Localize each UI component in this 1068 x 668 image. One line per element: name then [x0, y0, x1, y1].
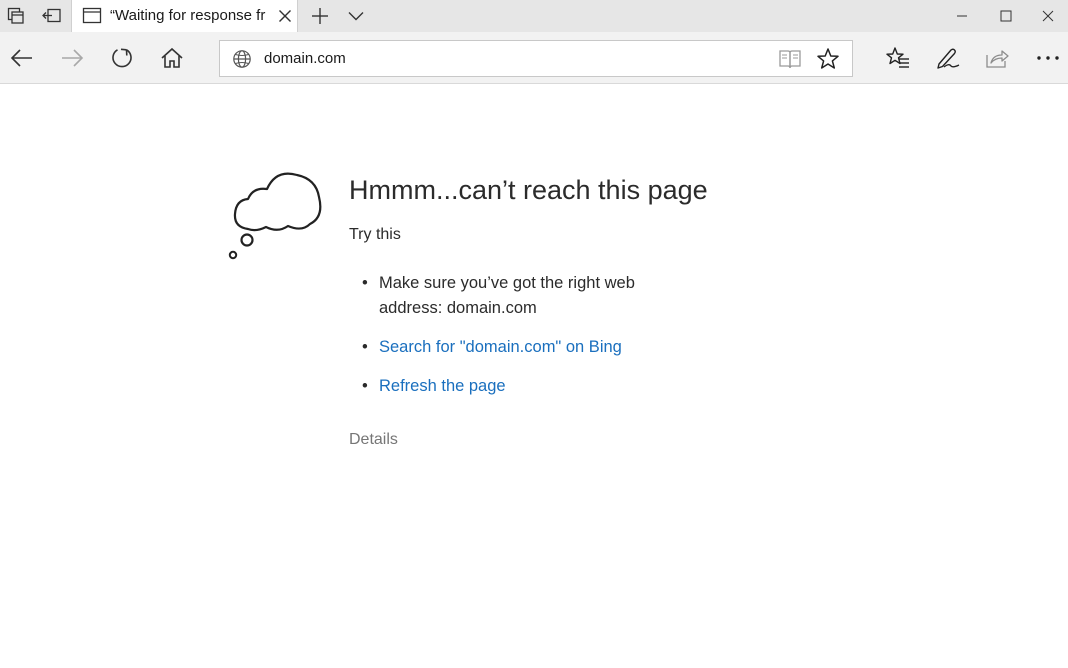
bullet: •: [362, 377, 368, 395]
list-item: • Make sure you’ve got the right web add…: [362, 271, 692, 321]
back-arrow-icon[interactable]: [0, 32, 44, 84]
page-content: Hmmm...can’t reach this page Try this • …: [0, 85, 1068, 668]
minimize-icon[interactable]: [940, 0, 984, 32]
try-this-label: Try this: [349, 226, 401, 243]
maximize-icon[interactable]: [984, 0, 1028, 32]
details-toggle[interactable]: Details: [349, 431, 398, 449]
bullet: •: [362, 338, 368, 356]
page-icon: [82, 7, 102, 29]
home-icon[interactable]: [150, 32, 194, 84]
address-url[interactable]: domain.com: [264, 50, 346, 67]
title-bar: “Waiting for response fr: [0, 0, 1068, 32]
forward-arrow-icon[interactable]: [50, 32, 94, 84]
window-close-icon[interactable]: [1028, 0, 1068, 32]
favorites-hub-icon[interactable]: [876, 32, 920, 84]
tab-active[interactable]: “Waiting for response fr: [71, 0, 298, 32]
error-heading: Hmmm...can’t reach this page: [349, 175, 708, 205]
tab-list-chevron-down-icon[interactable]: [340, 0, 372, 32]
globe-icon: [232, 49, 252, 73]
suggestions-list: • Make sure you’ve got the right web add…: [362, 271, 692, 413]
search-bing-link[interactable]: Search for "domain.com" on Bing: [379, 338, 622, 356]
refresh-icon[interactable]: [100, 32, 144, 84]
tip-check-address: Make sure you’ve got the right web addre…: [379, 274, 635, 317]
bullet: •: [362, 274, 368, 292]
add-favorite-star-icon[interactable]: [816, 47, 840, 75]
list-item: • Refresh the page: [362, 374, 692, 399]
tab-preview-icon[interactable]: [0, 0, 32, 32]
set-tabs-aside-icon[interactable]: [36, 0, 68, 32]
tab-title: “Waiting for response fr: [110, 7, 266, 24]
refresh-page-link[interactable]: Refresh the page: [379, 377, 506, 395]
more-ellipsis-icon[interactable]: [1026, 32, 1068, 84]
tab-close-icon[interactable]: [272, 0, 298, 32]
web-note-pen-icon[interactable]: [926, 32, 970, 84]
new-tab-icon[interactable]: [304, 0, 336, 32]
list-item: • Search for "domain.com" on Bing: [362, 335, 692, 360]
thought-cloud-icon: [226, 165, 326, 269]
address-bar[interactable]: domain.com: [219, 40, 853, 77]
reading-view-icon[interactable]: [778, 48, 802, 74]
share-icon[interactable]: [975, 32, 1019, 84]
navigation-bar: domain.com: [0, 32, 1068, 84]
